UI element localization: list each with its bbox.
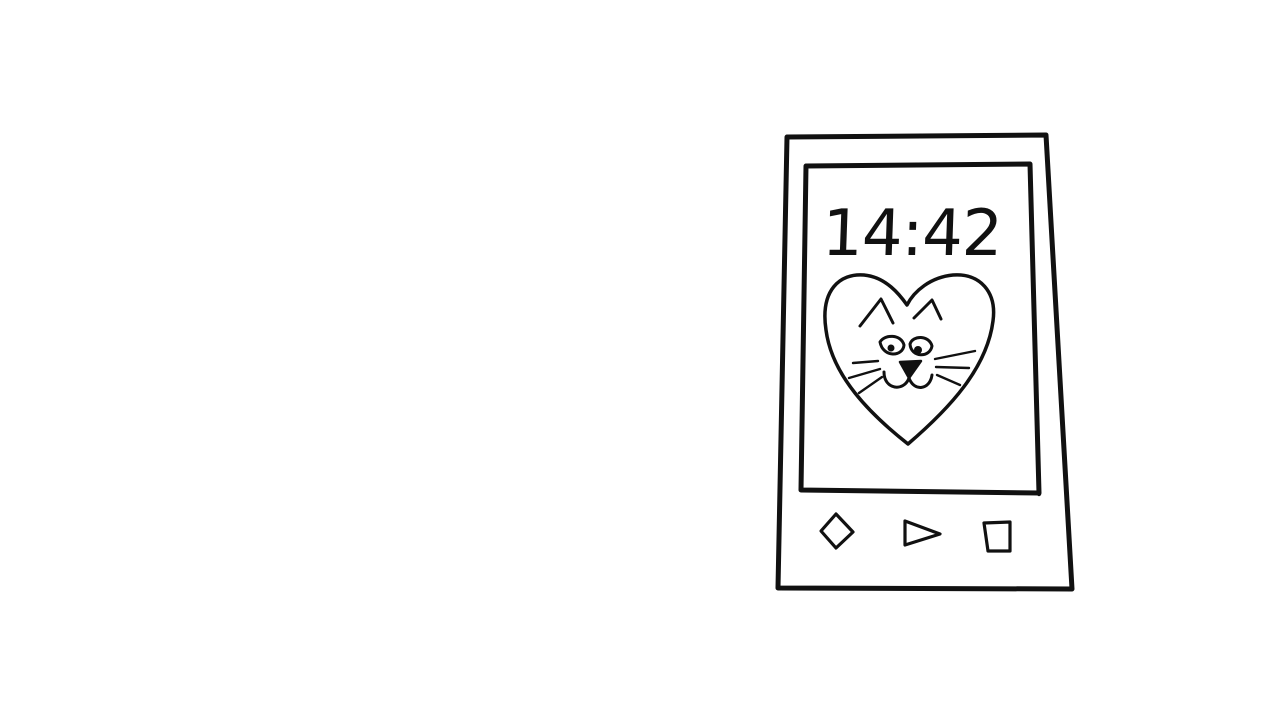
phone-sketch	[775, 132, 1075, 592]
phone-corner-mark	[776, 585, 782, 591]
lockscreen-clock: 14:42	[820, 197, 1004, 271]
square-icon[interactable]	[982, 520, 1012, 553]
wallpaper-heart-cat	[823, 273, 996, 446]
heart-shape	[823, 273, 996, 446]
cat-pupil-left	[887, 344, 895, 352]
sketch-canvas: 14:42	[0, 0, 1280, 720]
diamond-icon[interactable]	[819, 512, 855, 550]
screen-corner-mark	[1036, 491, 1042, 497]
nav-bar[interactable]	[819, 512, 1012, 553]
cat-whiskers-left	[847, 359, 884, 395]
cat-nose	[898, 359, 923, 380]
cat-ear-right	[912, 298, 943, 321]
play-triangle-icon[interactable]	[903, 519, 942, 547]
cat-pupil-right	[914, 346, 922, 354]
cat-ear-left	[858, 297, 895, 328]
